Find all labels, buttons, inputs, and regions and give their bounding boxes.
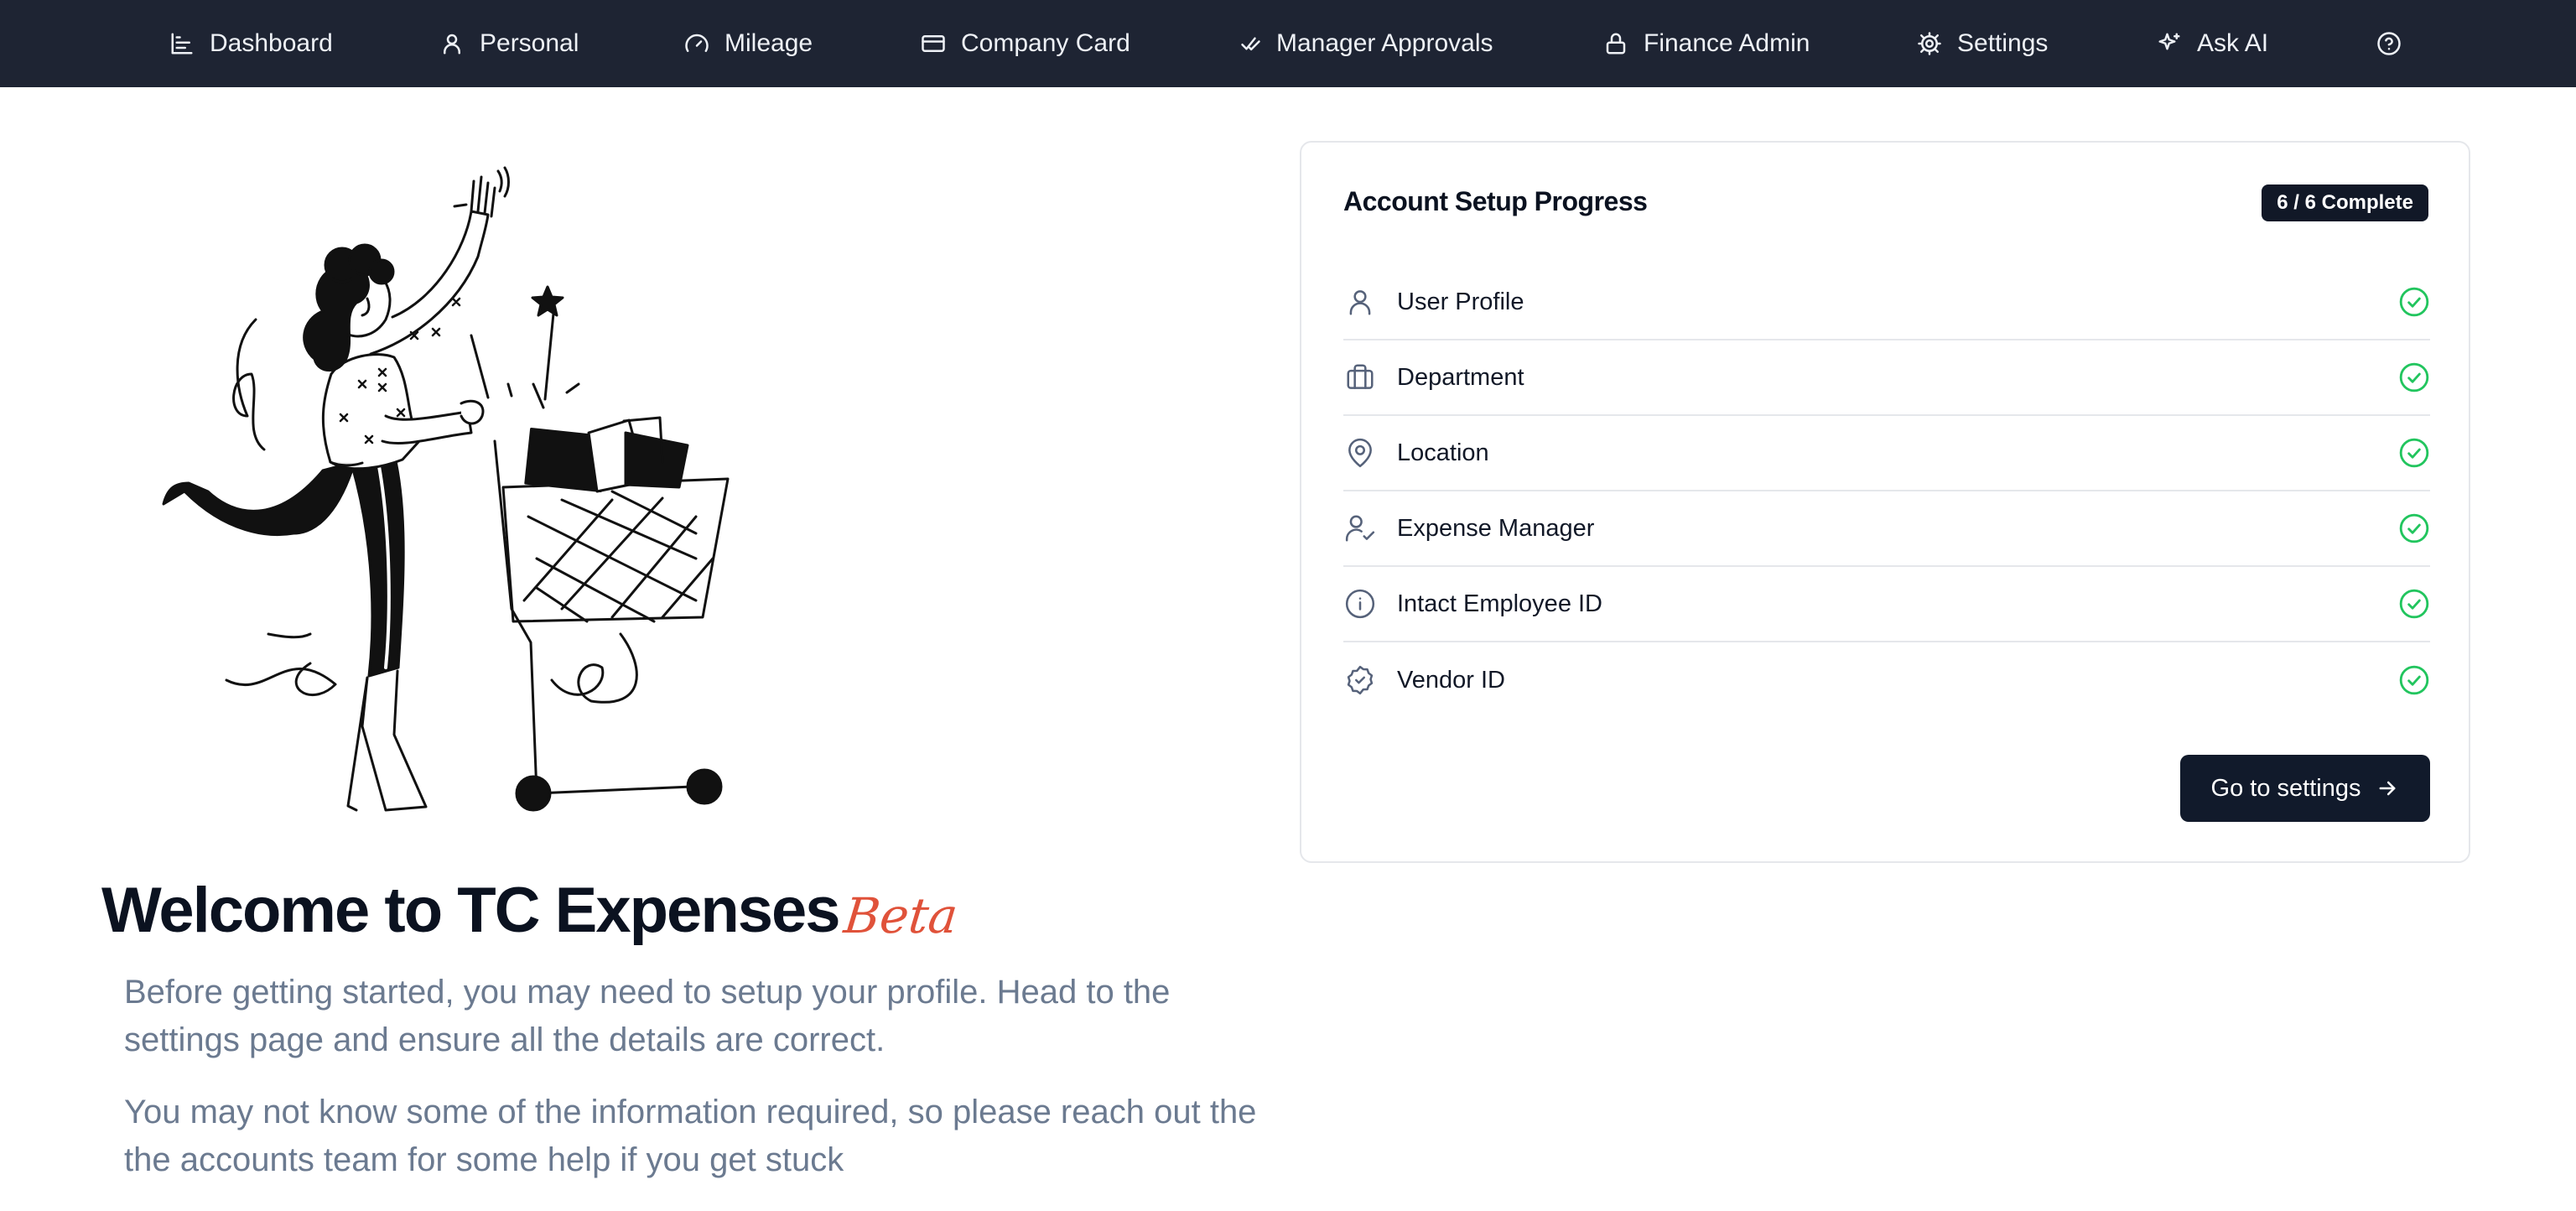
nav-personal[interactable]: Personal [439,0,579,87]
top-nav: Dashboard Personal Mileage Company Card … [0,0,2576,87]
nav-label: Mileage [724,29,813,57]
nav-label: Settings [1957,29,2049,57]
arrow-right-icon [2380,781,2396,796]
step-label: Expense Manager [1397,514,1595,542]
nav-manager-approvals[interactable]: Manager Approvals [1236,0,1493,87]
setup-step-department: Department [1343,340,2430,416]
step-label: Location [1397,439,1489,466]
check-circle-icon [2398,437,2430,469]
nav-ask-ai[interactable]: Ask AI [2157,0,2268,87]
intro-paragraph-setup: Before getting started, you may need to … [124,974,1171,1058]
lock-icon [1606,33,1626,55]
step-label: Intact Employee ID [1397,590,1602,617]
welcome-title: Welcome to TC Expenses [101,875,841,946]
nav-label: Personal [480,29,579,57]
nav-label: Dashboard [210,29,333,57]
nav-finance-admin[interactable]: Finance Admin [1603,0,1810,87]
go-to-settings-button[interactable]: Go to settings [2180,755,2430,822]
step-label: User Profile [1397,288,1524,315]
nav-mileage[interactable]: Mileage [684,0,813,87]
card-title: Account Setup Progress [1343,186,1648,216]
nav-dashboard[interactable]: Dashboard [169,0,333,87]
badge-check-icon [1343,663,1377,697]
nav-settings[interactable]: Settings [1917,0,2048,87]
map-pin-icon [1343,436,1377,470]
step-label: Department [1397,363,1524,391]
sparkles-icon [2158,33,2180,50]
setup-step-expense-manager: Expense Manager [1343,491,2430,567]
progress-badge: 6 / 6 Complete [2262,185,2428,221]
nav-label: Manager Approvals [1276,29,1493,57]
nav-label: Finance Admin [1644,29,1810,57]
info-icon [1343,587,1377,621]
help-button[interactable] [2376,0,2402,87]
setup-step-location: Location [1343,416,2430,491]
check-circle-icon [2398,588,2430,620]
briefcase-icon [1343,361,1377,394]
welcome-heading: Welcome to TC Expenses Beta [101,865,960,949]
user-icon [1343,285,1377,319]
double-check-icon [1241,37,1260,51]
nav-label: Ask AI [2197,29,2269,57]
setup-step-vendor-id: Vendor ID [1343,642,2430,718]
shopping-cart-illustration [162,166,730,812]
credit-card-icon [922,35,945,52]
button-label: Go to settings [2210,774,2361,802]
setup-step-list: User Profile Department Location Expense… [1343,265,2430,718]
nav-company-card[interactable]: Company Card [921,0,1130,87]
check-circle-icon [2398,286,2430,318]
account-setup-card: Account Setup Progress 6 / 6 Complete Us… [1300,141,2470,863]
bar-chart-icon [171,33,193,55]
nav-label: Company Card [961,29,1130,57]
step-label: Vendor ID [1397,666,1505,694]
setup-step-intact-employee-id: Intact Employee ID [1343,567,2430,642]
check-circle-icon [2398,361,2430,393]
gear-icon [1918,32,1941,55]
user-check-icon [1343,512,1377,545]
check-circle-icon [2398,664,2430,696]
gauge-icon [685,34,709,52]
help-circle-icon [2377,32,2401,55]
user-icon [444,34,460,55]
setup-step-user-profile: User Profile [1343,265,2430,340]
intro-paragraph-help: You may not know some of the information… [124,1094,1257,1178]
check-circle-icon [2398,512,2430,544]
beta-badge: Beta [840,887,960,944]
